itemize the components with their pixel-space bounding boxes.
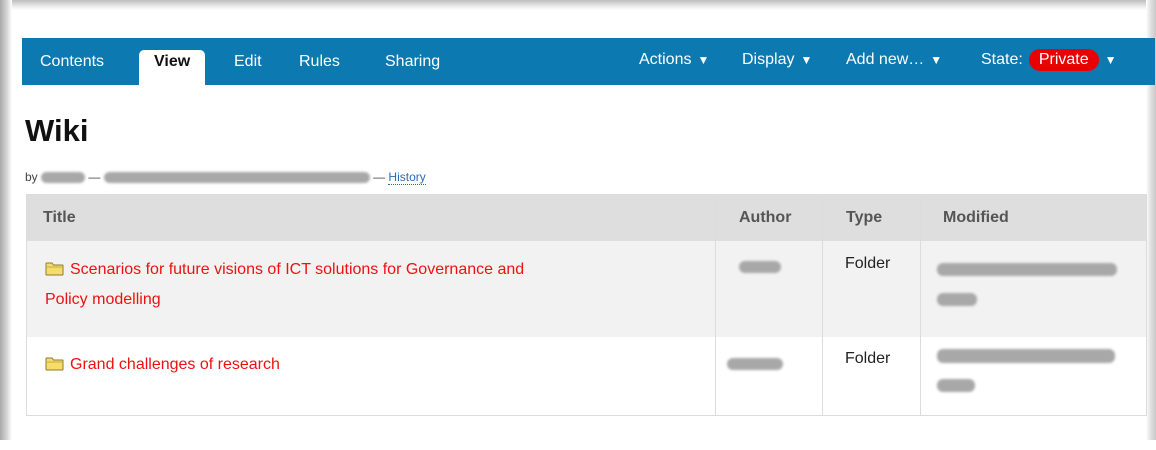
item-title-line-1: Grand challenges of research <box>70 356 280 373</box>
redacted-modified-date <box>937 293 977 306</box>
edit-toolbar: Contents View Edit Rules Sharing Actions… <box>22 38 1155 85</box>
add-new-menu[interactable]: Add new… ▼ <box>846 48 942 72</box>
item-title-line-1: Scenarios for future visions of ICT solu… <box>70 261 525 278</box>
state-menu[interactable]: State: Private ▼ <box>981 48 1117 72</box>
chevron-down-icon: ▼ <box>930 53 943 67</box>
window-frame-left <box>0 0 12 440</box>
column-divider <box>920 195 921 415</box>
column-header-modified[interactable]: Modified <box>943 195 1009 241</box>
chevron-down-icon: ▼ <box>1104 53 1117 67</box>
item-title-link[interactable]: Scenarios for future visions of ICT solu… <box>45 255 705 315</box>
column-divider <box>822 195 823 415</box>
column-header-title[interactable]: Title <box>43 195 76 241</box>
redacted-author <box>727 358 783 370</box>
display-menu[interactable]: Display ▼ <box>742 48 812 72</box>
table-row: Scenarios for future visions of ICT solu… <box>27 241 1146 337</box>
tab-rules[interactable]: Rules <box>284 50 355 85</box>
tab-edit[interactable]: Edit <box>219 50 277 85</box>
redacted-modified-date <box>937 379 975 392</box>
actions-menu-label: Actions <box>639 51 692 68</box>
history-link[interactable]: History <box>388 170 426 185</box>
redacted-author <box>739 261 781 273</box>
column-header-author[interactable]: Author <box>739 195 791 241</box>
document-byline: by — — History <box>25 169 426 185</box>
add-new-menu-label: Add new… <box>846 51 925 68</box>
redacted-modified-date <box>103 172 370 184</box>
tab-contents[interactable]: Contents <box>25 50 119 85</box>
byline-prefix: by <box>25 170 38 184</box>
column-divider <box>715 195 716 415</box>
table-header: Title Author Type Modified <box>27 195 1146 241</box>
redacted-modified-date <box>937 263 1117 276</box>
item-type: Folder <box>845 255 891 272</box>
page-title: Wiki <box>25 113 89 148</box>
column-header-type[interactable]: Type <box>846 195 882 241</box>
table-row: Grand challenges of research Folder <box>27 337 1146 415</box>
item-type: Folder <box>845 350 891 367</box>
display-menu-label: Display <box>742 51 795 68</box>
folder-icon <box>45 257 64 276</box>
redacted-author <box>41 172 86 184</box>
chevron-down-icon: ▼ <box>800 53 813 67</box>
byline-separator: — <box>88 170 101 184</box>
tab-view[interactable]: View <box>139 50 206 85</box>
item-title-link[interactable]: Grand challenges of research <box>45 350 705 380</box>
tab-sharing[interactable]: Sharing <box>370 50 455 85</box>
redacted-modified-date <box>937 349 1115 363</box>
item-title-line-2: Policy modelling <box>45 291 161 308</box>
byline-separator: — <box>373 170 386 184</box>
folder-listing-table: Title Author Type Modified Scenarios for… <box>26 194 1147 416</box>
folder-icon <box>45 352 64 371</box>
window-frame-top <box>0 0 1156 10</box>
state-label: State: <box>981 51 1023 68</box>
chevron-down-icon: ▼ <box>697 53 710 67</box>
state-badge: Private <box>1028 49 1099 71</box>
actions-menu[interactable]: Actions ▼ <box>639 48 709 72</box>
